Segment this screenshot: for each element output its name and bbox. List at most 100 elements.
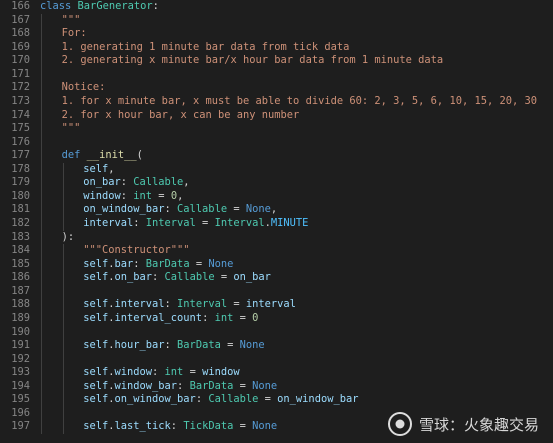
- code-text: def __init__(: [62, 149, 143, 163]
- code-line[interactable]: 167 """: [0, 13, 553, 28]
- code-token: Interval: [177, 298, 228, 311]
- code-token: on_bar: [114, 271, 153, 284]
- indent-guide: [62, 352, 64, 367]
- code-line[interactable]: 177 def __init__(: [0, 149, 553, 163]
- code-text: self.window_bar: BarData = None: [83, 380, 277, 394]
- code-token: self: [83, 366, 109, 379]
- code-line[interactable]: 191 self.hour_bar: BarData = None: [0, 339, 553, 353]
- indent-guide: [62, 162, 64, 177]
- line-number: 185: [11, 257, 30, 270]
- code-text: self,: [83, 163, 114, 177]
- code-line[interactable]: 184 """Constructor""": [0, 244, 553, 258]
- indent-guide: [41, 135, 42, 150]
- code-token: (: [136, 149, 143, 162]
- indent-guide: [41, 271, 42, 285]
- code-text: """Constructor""": [83, 244, 189, 258]
- code-lines: 166 class BarGenerator: 167 """ 168 For: 169 1.…: [0, 0, 553, 434]
- code-token: Callable: [133, 176, 184, 189]
- code-line[interactable]: 195 self.on_window_bar: Callable = on_win…: [0, 393, 553, 407]
- code-text: self.interval: Interval = interval: [83, 298, 296, 312]
- code-line[interactable]: 170 2. generating x minute bar/x hour bar…: [0, 54, 553, 68]
- code-token: interval: [114, 298, 165, 311]
- indent-guide: [41, 366, 42, 380]
- code-line[interactable]: 173 1. for x minute bar, x must be able t…: [0, 94, 553, 109]
- code-token: on_bar: [83, 176, 121, 189]
- code-editor[interactable]: 166 class BarGenerator: 167 """ 168 For: 169 1.…: [0, 0, 553, 443]
- code-token: Interval: [214, 217, 265, 229]
- code-token: self: [83, 379, 109, 392]
- line-number: 179: [11, 176, 30, 189]
- line-number: 184: [11, 244, 30, 257]
- code-text: ):: [62, 231, 75, 245]
- code-line[interactable]: 178 self,: [0, 162, 553, 177]
- code-token: :: [164, 339, 178, 352]
- code-token: None: [245, 203, 271, 216]
- code-text: Notice:: [62, 81, 106, 95]
- line-number: 171: [11, 67, 30, 80]
- code-token: Notice:: [61, 81, 106, 94]
- code-line[interactable]: 185 self.bar: BarData = None: [0, 257, 553, 272]
- code-token: BarGenerator: [77, 0, 153, 12]
- code-line[interactable]: 186 self.on_bar: Callable = on_bar: [0, 271, 553, 285]
- code-token: None: [252, 420, 278, 433]
- code-text: self.hour_bar: BarData = None: [83, 339, 264, 353]
- indent-guide: [41, 325, 42, 340]
- code-token: None: [252, 379, 278, 392]
- code-token: bar: [114, 257, 134, 270]
- line-number: 172: [11, 81, 30, 94]
- indent-guide: [41, 27, 42, 41]
- code-line[interactable]: 176: [0, 135, 553, 150]
- code-token: int: [133, 189, 153, 202]
- indent-guide: [41, 393, 42, 407]
- code-line[interactable]: 181 on_window_bar: Callable = None,: [0, 203, 553, 217]
- code-line[interactable]: 179 on_bar: Callable,: [0, 176, 553, 190]
- code-token: :: [133, 257, 146, 270]
- code-token: BarData: [189, 379, 234, 392]
- line-number: 188: [11, 298, 30, 311]
- code-token: class: [40, 0, 78, 12]
- code-token: def: [61, 149, 87, 162]
- indent-guide: [62, 189, 64, 204]
- indent-guide: [62, 244, 64, 258]
- code-line[interactable]: 174 2. for x hour bar, x can be any numbe…: [0, 108, 553, 123]
- indent-guide: [41, 406, 42, 421]
- code-line[interactable]: 166 class BarGenerator:: [0, 0, 553, 14]
- code-token: =: [233, 420, 253, 433]
- code-text: 2. for x hour bar, x can be any number: [62, 109, 300, 123]
- code-token: =: [189, 257, 209, 270]
- code-line[interactable]: 183):: [0, 230, 553, 245]
- code-line[interactable]: 190: [0, 325, 553, 340]
- line-number: 174: [11, 108, 30, 121]
- indent-guide: [62, 176, 64, 190]
- code-line[interactable]: 168 For:: [0, 27, 553, 41]
- code-line[interactable]: 194 self.window_bar: BarData = None: [0, 379, 553, 394]
- code-token: on_window_bar: [277, 393, 359, 406]
- code-line[interactable]: 175 """: [0, 122, 553, 136]
- code-token: =: [233, 379, 253, 392]
- code-token: :: [152, 0, 159, 12]
- code-token: ,: [108, 162, 115, 175]
- code-line[interactable]: 188 self.interval: Interval = interval: [0, 298, 553, 312]
- code-line[interactable]: 192: [0, 352, 553, 367]
- code-text: window: int = 0,: [83, 190, 183, 204]
- line-number: 189: [11, 311, 30, 324]
- code-token: BarData: [177, 339, 221, 352]
- code-line[interactable]: 182 interval: Interval = Interval.MINUTE: [0, 217, 553, 231]
- line-number: 191: [11, 339, 30, 352]
- code-line[interactable]: 180 window: int = 0,: [0, 189, 553, 204]
- code-token: """Constructor""": [83, 244, 190, 257]
- indent-guide: [41, 162, 42, 177]
- code-line[interactable]: 187: [0, 284, 553, 299]
- indent-guide: [62, 298, 64, 312]
- code-token: __init__: [86, 149, 137, 162]
- code-token: =: [233, 311, 253, 324]
- code-token: :: [164, 298, 178, 311]
- code-line[interactable]: 171: [0, 67, 553, 82]
- code-token: Callable: [177, 203, 228, 216]
- code-line[interactable]: 189 self.interval_count: int = 0: [0, 311, 553, 326]
- code-line[interactable]: 172 Notice:: [0, 81, 553, 95]
- code-token: window: [202, 366, 240, 379]
- code-line[interactable]: 193 self.window: int = window: [0, 366, 553, 380]
- code-line[interactable]: 169 1. generating 1 minute bar data from …: [0, 40, 553, 55]
- code-text: self.interval_count: int = 0: [83, 312, 258, 326]
